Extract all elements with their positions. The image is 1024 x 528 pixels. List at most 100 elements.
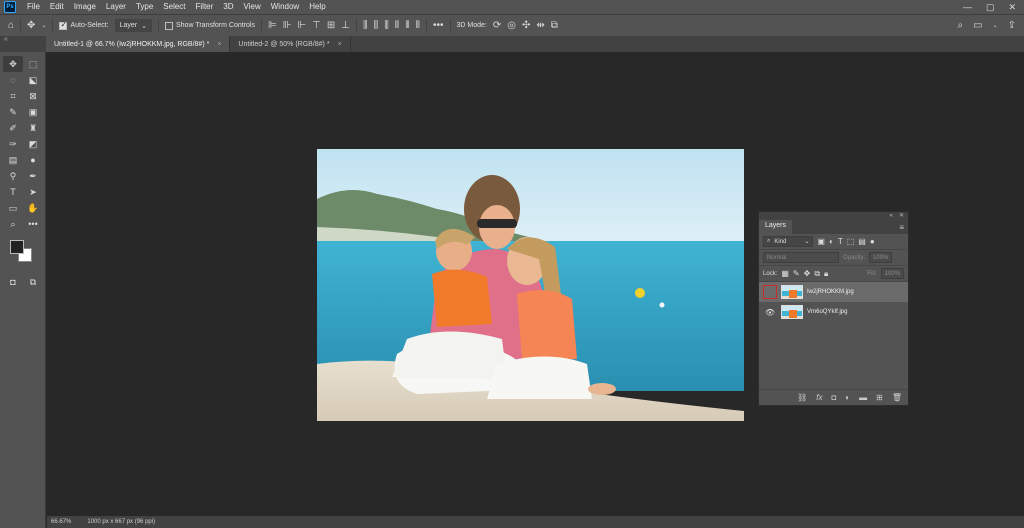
close-icon[interactable]: ✕ (899, 212, 904, 220)
tab-layers[interactable]: Layers (759, 220, 793, 234)
align-left-edges-icon[interactable]: ⊫ (268, 20, 277, 31)
lock-image-icon[interactable]: ✎ (793, 269, 800, 278)
lock-artboard-icon[interactable]: ⧉ (814, 269, 820, 279)
type-tool-icon[interactable]: T (3, 184, 23, 200)
maximize-icon[interactable]: ▢ (986, 2, 995, 13)
brush-tool-icon[interactable]: ✐ (3, 120, 23, 136)
more-options-button[interactable]: ••• (433, 20, 444, 31)
visibility-toggle-icon[interactable] (763, 285, 777, 299)
lasso-tool-icon[interactable]: ◌ (3, 72, 23, 88)
collapse-toolbar-icon[interactable]: « (0, 36, 46, 52)
beach-family-photo[interactable] (317, 149, 744, 421)
healing-brush-tool-icon[interactable]: ▣ (23, 104, 43, 120)
history-brush-tool-icon[interactable]: ✑ (3, 136, 23, 152)
marquee-tool-icon[interactable]: ⬚ (23, 56, 43, 72)
eraser-tool-icon[interactable]: ◩ (23, 136, 43, 152)
filter-kind-dropdown[interactable]: ⌕ Kind ⌄ (763, 236, 814, 247)
menu-filter[interactable]: Filter (191, 0, 219, 14)
blur-tool-icon[interactable]: ● (23, 152, 43, 168)
checkbox-checked-icon[interactable] (59, 20, 68, 30)
filter-shape-icon[interactable]: ⬚ (847, 237, 855, 246)
layer-row[interactable]: 👁︎ Vrn6oQYkIf.jpg (759, 302, 908, 322)
align-bottom-edges-icon[interactable]: ⊥ (341, 20, 350, 31)
3d-scale-icon[interactable]: ⧉ (551, 20, 558, 31)
path-selection-tool-icon[interactable]: ➤ (23, 184, 43, 200)
filter-toggle-icon[interactable]: ● (870, 237, 875, 246)
foreground-color-swatch[interactable] (10, 240, 24, 254)
share-icon[interactable]: ⇪ (1008, 20, 1016, 31)
distribute-hcenter-icon[interactable]: ⦀ (405, 20, 409, 31)
object-select-tool-icon[interactable]: ⬕ (23, 72, 43, 88)
chevron-down-icon[interactable]: ⌄ (41, 21, 46, 31)
eyedropper-tool-icon[interactable]: ✎ (3, 104, 23, 120)
distribute-bottom-icon[interactable]: ⫼ (384, 20, 389, 31)
lock-all-icon[interactable]: 🔒︎ (824, 269, 828, 279)
gradient-tool-icon[interactable]: ▤ (3, 152, 23, 168)
dodge-tool-icon[interactable]: ⚲ (3, 168, 23, 184)
3d-slide-icon[interactable]: ⇹ (536, 20, 544, 31)
show-transform-controls-checkbox[interactable]: Show Transform Controls (165, 21, 255, 30)
adjustment-layer-icon[interactable]: ◐ (845, 393, 850, 402)
collapse-panel-icon[interactable]: « (890, 212, 893, 220)
auto-select-target-dropdown[interactable]: Layer ⌄ (114, 19, 152, 32)
align-vertical-centers-icon[interactable]: ⊞ (327, 20, 335, 31)
fill-field[interactable]: 100% (880, 268, 904, 279)
layer-row[interactable]: Iw2jRHOKKM.jpg (759, 282, 908, 302)
distribute-right-icon[interactable]: ⦀ (416, 20, 420, 31)
pen-tool-icon[interactable]: ✒ (23, 168, 43, 184)
opacity-field[interactable]: 100% (869, 252, 893, 263)
menu-layer[interactable]: Layer (101, 0, 131, 14)
blend-mode-dropdown[interactable]: Normal (763, 252, 839, 263)
3d-orbit-icon[interactable]: ⟳ (493, 20, 501, 31)
hand-tool-icon[interactable]: ✋ (23, 200, 43, 216)
menu-window[interactable]: Window (266, 0, 304, 14)
menu-help[interactable]: Help (304, 0, 330, 14)
close-icon[interactable]: × (217, 41, 221, 48)
filter-adjustment-icon[interactable]: ◐ (829, 237, 834, 246)
align-right-edges-icon[interactable]: ⊩ (297, 20, 306, 31)
link-layers-icon[interactable]: ⛓︎ (797, 393, 807, 402)
add-mask-icon[interactable]: ◘ (831, 393, 836, 402)
menu-type[interactable]: Type (131, 0, 158, 14)
close-icon[interactable]: × (338, 41, 342, 48)
zoom-tool-icon[interactable]: ⌕ (3, 216, 23, 232)
minimize-icon[interactable]: — (963, 2, 972, 13)
delete-layer-icon[interactable]: 🗑︎ (892, 393, 902, 402)
chevron-down-icon[interactable]: ⌄ (993, 21, 998, 31)
distribute-left-icon[interactable]: ⦀ (395, 20, 399, 31)
new-layer-icon[interactable]: ⊞ (876, 393, 883, 402)
quick-mask-icon[interactable]: ◘ (3, 274, 23, 290)
workspace-icon[interactable]: ▭ (973, 20, 982, 31)
close-icon[interactable]: ✕ (1008, 2, 1016, 13)
menu-file[interactable]: File (22, 0, 45, 14)
align-horizontal-centers-icon[interactable]: ⊪ (283, 20, 292, 31)
checkbox-unchecked-icon[interactable] (165, 21, 173, 30)
move-tool-icon[interactable]: ✥ (3, 56, 23, 72)
layer-style-icon[interactable]: fx (816, 393, 822, 402)
crop-tool-icon[interactable]: ⌗ (3, 88, 23, 104)
tab-untitled-2[interactable]: Untitled-2 @ 50% (RGB/8#) * × (230, 36, 351, 52)
filter-pixel-icon[interactable]: ▣ (817, 237, 825, 246)
eye-icon[interactable]: 👁︎ (763, 305, 777, 319)
screen-mode-icon[interactable]: ⧉ (23, 274, 43, 290)
zoom-level[interactable]: 66.67% (51, 519, 71, 525)
filter-type-icon[interactable]: T (838, 237, 843, 246)
new-group-icon[interactable]: ▬ (859, 393, 867, 402)
menu-3d[interactable]: 3D (218, 0, 238, 14)
panel-menu-icon[interactable]: ≡ (899, 223, 908, 232)
filter-smart-object-icon[interactable]: ▤ (858, 237, 866, 246)
lock-position-icon[interactable]: ✥ (804, 269, 811, 278)
3d-drag-icon[interactable]: ✣ (522, 20, 530, 31)
menu-view[interactable]: View (239, 0, 266, 14)
align-top-edges-icon[interactable]: ⊤ (312, 20, 321, 31)
menu-image[interactable]: Image (69, 0, 101, 14)
lock-transparent-icon[interactable]: ▦ (781, 269, 789, 278)
3d-roll-icon[interactable]: ◎ (507, 20, 516, 31)
layer-name[interactable]: Vrn6oQYkIf.jpg (807, 309, 847, 315)
auto-select-checkbox[interactable]: Auto-Select: (59, 20, 109, 30)
rectangle-tool-icon[interactable]: ▭ (3, 200, 23, 216)
clone-stamp-tool-icon[interactable]: ♜ (23, 120, 43, 136)
menu-select[interactable]: Select (158, 0, 190, 14)
search-icon[interactable]: ⌕ (958, 20, 964, 31)
tab-untitled-1[interactable]: Untitled-1 @ 66.7% (Iw2jRHOKKM.jpg, RGB/… (46, 36, 231, 52)
